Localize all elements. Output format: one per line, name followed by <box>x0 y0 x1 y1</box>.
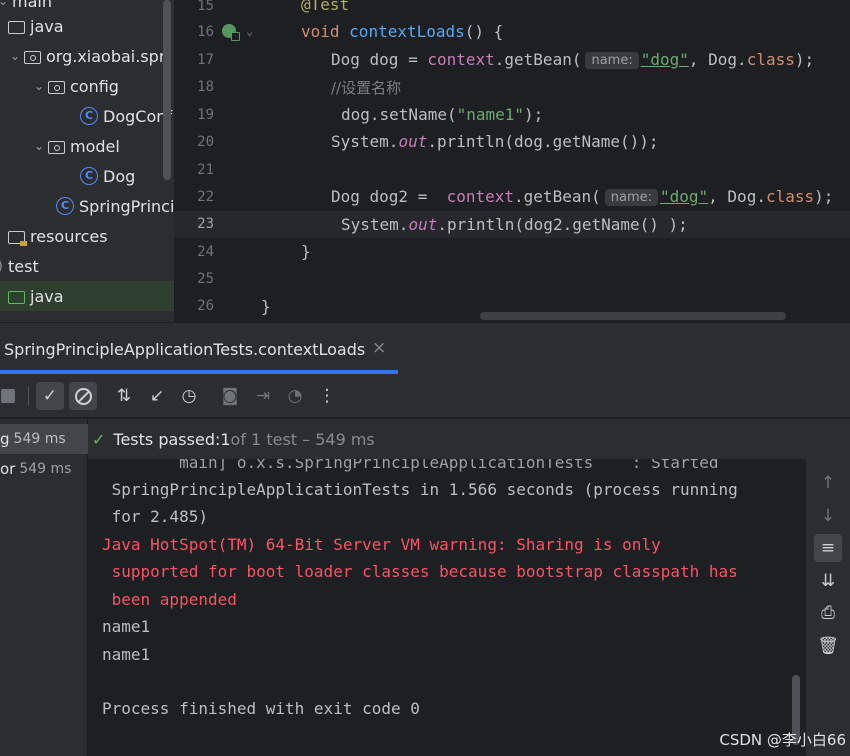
check-icon: ✓ <box>92 429 106 449</box>
console-line-error: supported for boot loader classes becaus… <box>102 562 738 581</box>
screenshot-icon[interactable]: ◙ <box>216 382 244 410</box>
chevron-down-icon: ⌄ <box>0 0 9 8</box>
test-status-bar: ✓ Tests passed: 1 of 1 test – 549 ms <box>88 419 850 459</box>
parameter-hint: name: <box>585 52 639 69</box>
run-test-gutter-icon[interactable] <box>222 24 240 41</box>
run-tab-bar: SpringPrincipleApplicationTests.contextL… <box>0 322 850 374</box>
close-icon[interactable]: × <box>372 338 386 358</box>
scroll-to-end-icon[interactable]: ⇊ <box>814 567 842 595</box>
sort-icon[interactable]: ⇅ <box>110 382 138 410</box>
line-number-current: 23 <box>197 216 214 232</box>
print-icon[interactable]: ⎙ <box>814 599 842 627</box>
line-number: 16 <box>197 24 214 40</box>
test-tree-row[interactable]: g 549 ms <box>0 424 88 454</box>
more-icon[interactable]: ⋮ <box>313 382 341 410</box>
tree-item-dog[interactable]: C Dog <box>80 161 135 191</box>
code-line-15: @Test <box>301 0 350 14</box>
status-prefix: Tests passed: <box>113 429 221 449</box>
class-icon: C <box>80 107 98 125</box>
tree-item-test[interactable]: ) test <box>0 251 39 281</box>
line-number: 21 <box>197 162 214 178</box>
editor-horizontal-scrollbar[interactable] <box>480 312 786 320</box>
status-suffix: of 1 test – 549 ms <box>230 429 375 449</box>
folder-icon <box>8 21 25 34</box>
console-line: main] o.x.s.SpringPrincipleApplicationTe… <box>102 459 719 472</box>
show-passed-icon[interactable]: ✓ <box>36 382 64 410</box>
tree-item-resources[interactable]: resources <box>8 221 108 251</box>
run-toolbar: ✓ ⇅ ↙ ◷ ◙ ⇥ ◔ ⋮ <box>0 374 850 418</box>
parameter-hint: name: <box>604 189 658 206</box>
stop-icon[interactable] <box>0 382 22 410</box>
project-tree: ⌄ main java ⌄ org.xiaobai.spri ⌄ config … <box>0 0 174 322</box>
chevron-down-icon: ) <box>0 259 8 273</box>
package-icon <box>48 81 65 94</box>
export-icon[interactable]: ⇥ <box>249 382 277 410</box>
package-icon <box>48 141 65 154</box>
chevron-down-icon: ⌄ <box>34 79 45 93</box>
test-folder-icon <box>8 291 25 304</box>
code-line-18: //设置名称 <box>331 79 402 97</box>
console-line: name1 <box>102 645 151 664</box>
line-number: 17 <box>197 52 214 68</box>
console-line: name1 <box>102 617 151 636</box>
code-line-23: System.out.println(dog2.getName() ); <box>341 215 688 234</box>
code-editor[interactable]: 15 16 17 18 19 20 21 22 23 24 25 26 ⌄ @T… <box>174 0 850 322</box>
line-number: 18 <box>197 79 214 95</box>
console-line: Process finished with exit code 0 <box>102 699 420 718</box>
code-line-16: void contextLoads() { <box>301 22 504 41</box>
import-tests-icon[interactable]: ↙ <box>143 382 171 410</box>
line-number: 22 <box>197 189 214 205</box>
code-line-22: Dog dog2 = context.getBean(name: "dog", D… <box>331 187 834 206</box>
code-line-20: System.out.println(dog.getName()); <box>331 132 659 151</box>
code-line-17: Dog dog = context.getBean(name: "dog", Do… <box>331 50 815 69</box>
package-icon <box>24 51 41 64</box>
soft-wrap-icon[interactable]: ≡ <box>814 534 842 562</box>
console-line-error: been appended <box>102 590 237 609</box>
tree-item-dogconfig[interactable]: C DogConf <box>80 101 172 131</box>
chevron-down-icon: ⌄ <box>10 49 21 63</box>
line-number: 24 <box>197 244 214 260</box>
tree-scrollbar[interactable] <box>163 0 171 180</box>
resources-folder-icon <box>8 231 27 246</box>
tree-item-package[interactable]: ⌄ org.xiaobai.spri <box>10 41 170 71</box>
fold-chevron-icon[interactable]: ⌄ <box>246 24 253 38</box>
console-output[interactable]: main] o.x.s.SpringPrincipleApplicationTe… <box>88 459 806 756</box>
tree-item-java[interactable]: java <box>8 11 64 41</box>
line-number: 19 <box>197 107 214 123</box>
console-line: for 2.485) <box>102 507 208 526</box>
tree-item-test-java[interactable]: java <box>0 281 174 311</box>
tree-item-config[interactable]: ⌄ config <box>34 71 119 101</box>
spring-class-icon: C <box>56 197 74 215</box>
tree-item-springprinciple[interactable]: C SpringPrinci <box>56 191 174 221</box>
code-line-26: } <box>261 297 271 316</box>
history-icon[interactable]: ◷ <box>175 382 203 410</box>
test-tree: g 549 ms or 549 ms <box>0 419 88 756</box>
class-icon: C <box>80 167 98 185</box>
console-line: SpringPrincipleApplicationTests in 1.566… <box>102 480 738 499</box>
console-line-error: Java HotSpot(TM) 64-Bit Server VM warnin… <box>102 535 661 554</box>
status-passed-count: 1 <box>220 429 231 449</box>
coverage-icon[interactable]: ◔ <box>281 382 309 410</box>
toolbar-divider <box>28 386 29 406</box>
line-number: 26 <box>197 298 214 314</box>
line-number: 15 <box>197 0 214 14</box>
line-number: 25 <box>197 271 214 287</box>
watermark: CSDN @李小白66 <box>719 731 846 749</box>
line-number: 20 <box>197 134 214 150</box>
tab-run-config[interactable]: SpringPrincipleApplicationTests.contextL… <box>4 340 365 359</box>
console-side-toolbar: ↑ ↓ ≡ ⇊ ⎙ 🗑 <box>806 459 850 756</box>
show-ignored-icon[interactable] <box>69 382 97 410</box>
chevron-down-icon: ⌄ <box>34 139 45 153</box>
tree-item-model[interactable]: ⌄ model <box>34 131 120 161</box>
arrow-up-icon[interactable]: ↑ <box>814 469 842 497</box>
trash-icon[interactable]: 🗑 <box>814 632 842 660</box>
test-tree-row[interactable]: or 549 ms <box>0 454 88 484</box>
code-line-19: dog.setName("name1"); <box>341 105 544 124</box>
arrow-down-icon[interactable]: ↓ <box>814 502 842 530</box>
code-line-24: } <box>301 242 311 261</box>
